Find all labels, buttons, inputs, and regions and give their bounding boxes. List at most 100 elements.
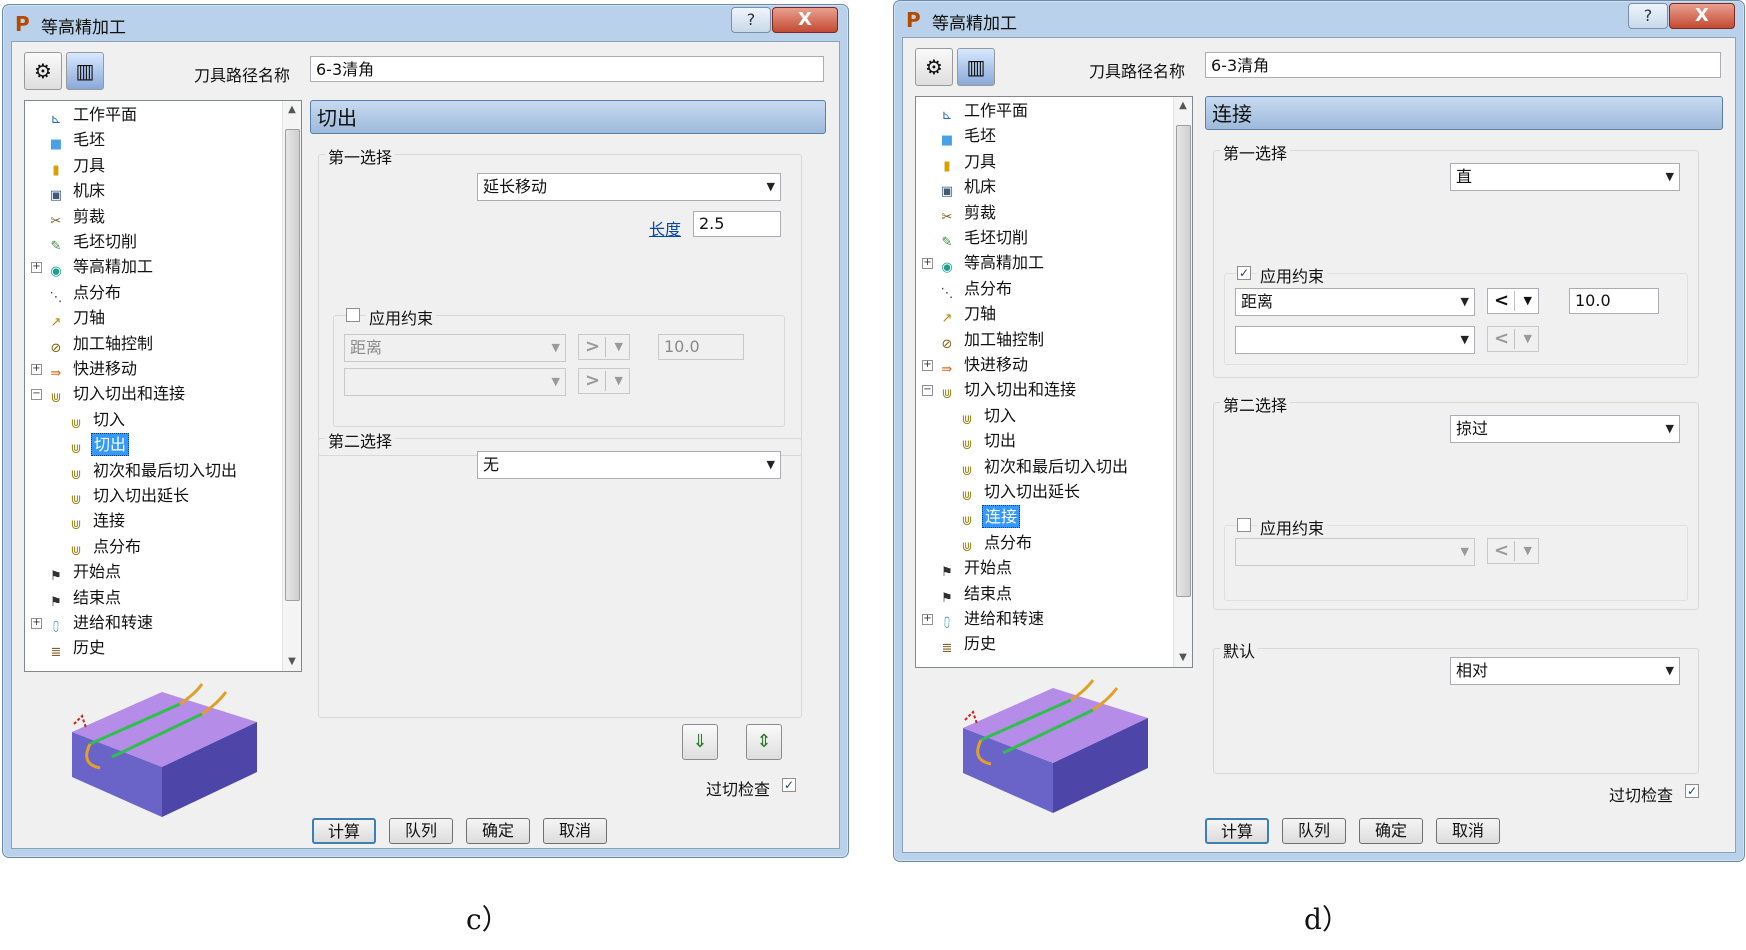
tree-item[interactable]: ✂ 剪裁 [47, 205, 107, 229]
second-choice-type-select[interactable]: 无 ▼ [477, 451, 781, 479]
constraint-operator-select[interactable]: > ▼ [578, 334, 630, 360]
tree-scrollbar[interactable]: ▲ ▼ [282, 101, 301, 671]
scroll-up-icon[interactable]: ▲ [283, 101, 301, 119]
gouge-check-checkbox[interactable]: ✓ [1685, 784, 1699, 798]
tree-item[interactable]: ⋓ 切入切出和连接 [938, 378, 1078, 402]
close-button[interactable]: X [1669, 3, 1735, 29]
close-button[interactable]: X [772, 7, 838, 33]
tree-item[interactable]: ◉ 等高精加工 [47, 255, 155, 279]
constraint-type-select-2[interactable]: ▼ [344, 368, 566, 396]
tree-expander-icon[interactable]: + [31, 364, 42, 375]
settings-gear-icon[interactable]: ⚙ [915, 48, 953, 86]
constraint-type-select-2[interactable]: ▼ [1235, 326, 1475, 354]
tree-item[interactable]: ⊘ 加工轴控制 [938, 328, 1046, 352]
tree-scrollbar[interactable]: ▲ ▼ [1173, 97, 1192, 667]
tree-expander-icon[interactable]: + [922, 258, 933, 270]
tree-item[interactable]: ⋓ 切入切出和连接 [47, 382, 187, 406]
cancel-button[interactable]: 取消 [1436, 818, 1500, 844]
tree-item[interactable]: ⋓ 切入 [67, 408, 127, 432]
tree-item[interactable]: ⋱ 点分布 [47, 281, 123, 305]
constraint-type-select[interactable]: 距离 ▼ [344, 334, 566, 362]
tree-item[interactable]: ⚑ 开始点 [938, 556, 1014, 580]
constraint-value-input[interactable]: 10.0 [1569, 288, 1659, 314]
tree-item[interactable]: ⚑ 结束点 [938, 582, 1014, 606]
length-link[interactable]: 长度 [649, 216, 681, 240]
calculate-button[interactable]: 计算 [1205, 818, 1269, 844]
apply-constraint-checkbox[interactable] [346, 308, 360, 322]
settings-gear-icon[interactable]: ⚙ [24, 52, 62, 90]
tree-item[interactable]: ⩇ 进给和转速 [47, 611, 155, 635]
tree-expander-icon[interactable]: + [922, 614, 933, 625]
tree-item[interactable]: ≣ 历史 [47, 636, 107, 660]
tree-item[interactable]: ⋓ 连接 [67, 509, 127, 533]
scroll-down-icon[interactable]: ▼ [283, 653, 301, 671]
tree-item[interactable]: ⇛ 快进移动 [938, 353, 1030, 377]
constraint-operator-select-2[interactable]: < ▼ [1487, 326, 1539, 352]
ok-button[interactable]: 确定 [466, 818, 530, 844]
tree-expander-icon[interactable]: − [31, 389, 42, 401]
second-constraint-operator-select[interactable]: < ▼ [1487, 538, 1539, 564]
length-input[interactable]: 2.5 [693, 211, 781, 237]
tree-item[interactable]: ⋓ 连接 [958, 505, 1021, 529]
tree-expander-icon[interactable]: − [922, 385, 933, 397]
tree-item[interactable]: ⚑ 开始点 [47, 560, 123, 584]
apply-constraint-checkbox[interactable]: ✓ [1237, 266, 1251, 280]
cancel-button[interactable]: 取消 [543, 818, 607, 844]
tree-item[interactable]: ■ 毛坯 [47, 128, 107, 152]
strategy-tree[interactable]: ▲ ▼ ⊾ 工作平面 ■ 毛坯 ▮ 刀具 ▣ 机床 ✂ 剪裁 ✎ 毛坯切削 ◉ 等高精加工 + ⋱ 点分布 ↗ 刀轴… [915, 96, 1193, 668]
swap-leadin-leadout-icon[interactable]: ⇕ [746, 724, 782, 760]
first-choice-type-select[interactable]: 直 ▼ [1450, 163, 1680, 191]
second-constraint-type-select[interactable]: ▼ [1235, 538, 1475, 566]
queue-button[interactable]: 队列 [389, 818, 453, 844]
tree-item[interactable]: ⊘ 加工轴控制 [47, 332, 155, 356]
second-choice-type-select[interactable]: 掠过 ▼ [1450, 415, 1680, 443]
constraint-value-input[interactable]: 10.0 [658, 334, 744, 360]
constraint-type-select[interactable]: 距离 ▼ [1235, 288, 1475, 316]
constraint-operator-select[interactable]: < ▼ [1487, 288, 1539, 314]
copy-to-leadin-icon[interactable]: ⇓ [682, 724, 718, 760]
tree-item[interactable]: ↗ 刀轴 [47, 306, 107, 330]
scroll-down-icon[interactable]: ▼ [1174, 649, 1192, 667]
title-bar[interactable]: P 等高精加工 ? X [3, 5, 848, 41]
tree-item[interactable]: ⋓ 切入 [958, 404, 1018, 428]
tree-item[interactable]: ▮ 刀具 [47, 154, 107, 178]
tree-item[interactable]: ▣ 机床 [938, 175, 998, 199]
tree-item[interactable]: ✂ 剪裁 [938, 201, 998, 225]
tree-item[interactable]: ⊾ 工作平面 [938, 99, 1030, 123]
tree-item[interactable]: ✎ 毛坯切削 [938, 226, 1030, 250]
tree-item[interactable]: ▮ 刀具 [938, 150, 998, 174]
tree-item[interactable]: ⩇ 进给和转速 [938, 607, 1046, 631]
scroll-thumb[interactable] [285, 129, 300, 601]
strategy-tree[interactable]: ▲ ▼ ⊾ 工作平面 ■ 毛坯 ▮ 刀具 ▣ 机床 ✂ 剪裁 ✎ 毛坯切削 ◉ 等高精加工 + ⋱ 点分布 ↗ 刀轴… [24, 100, 302, 672]
tree-item[interactable]: ≣ 历史 [938, 632, 998, 656]
tree-item[interactable]: ⇛ 快进移动 [47, 357, 139, 381]
tree-expander-icon[interactable]: + [31, 618, 42, 629]
path-name-input[interactable]: 6-3清角 [310, 56, 824, 82]
tree-item[interactable]: ⋓ 初次和最后切入切出 [67, 459, 239, 483]
scroll-up-icon[interactable]: ▲ [1174, 97, 1192, 115]
tree-item[interactable]: ⋓ 切出 [958, 429, 1018, 453]
tree-item[interactable]: ⋓ 点分布 [958, 531, 1034, 555]
scroll-thumb[interactable] [1176, 125, 1191, 597]
tree-item[interactable]: ◉ 等高精加工 [938, 251, 1046, 275]
title-bar[interactable]: P 等高精加工 ? X [894, 1, 1744, 37]
calculate-button[interactable]: 计算 [312, 818, 376, 844]
tree-item[interactable]: ⋓ 点分布 [67, 535, 143, 559]
tree-expander-icon[interactable]: + [922, 360, 933, 371]
tree-item[interactable]: ⋓ 切入切出延长 [958, 480, 1082, 504]
gouge-check-checkbox[interactable]: ✓ [782, 778, 796, 792]
tree-item[interactable]: ⋱ 点分布 [938, 277, 1014, 301]
tree-item[interactable]: ↗ 刀轴 [938, 302, 998, 326]
ok-button[interactable]: 确定 [1359, 818, 1423, 844]
tree-expander-icon[interactable]: + [31, 262, 42, 274]
constraint-operator-select-2[interactable]: > ▼ [578, 368, 630, 394]
path-name-input[interactable]: 6-3清角 [1205, 52, 1721, 78]
tree-item[interactable]: ✎ 毛坯切削 [47, 230, 139, 254]
tree-item[interactable]: ■ 毛坯 [938, 124, 998, 148]
first-choice-type-select[interactable]: 延长移动 ▼ [477, 173, 781, 201]
tree-item[interactable]: ⋓ 切入切出延长 [67, 484, 191, 508]
tree-item[interactable]: ⊾ 工作平面 [47, 103, 139, 127]
help-button[interactable]: ? [1628, 3, 1668, 29]
tree-item[interactable]: ⋓ 切出 [67, 433, 130, 457]
apply-constraint-checkbox-2[interactable] [1237, 518, 1251, 532]
